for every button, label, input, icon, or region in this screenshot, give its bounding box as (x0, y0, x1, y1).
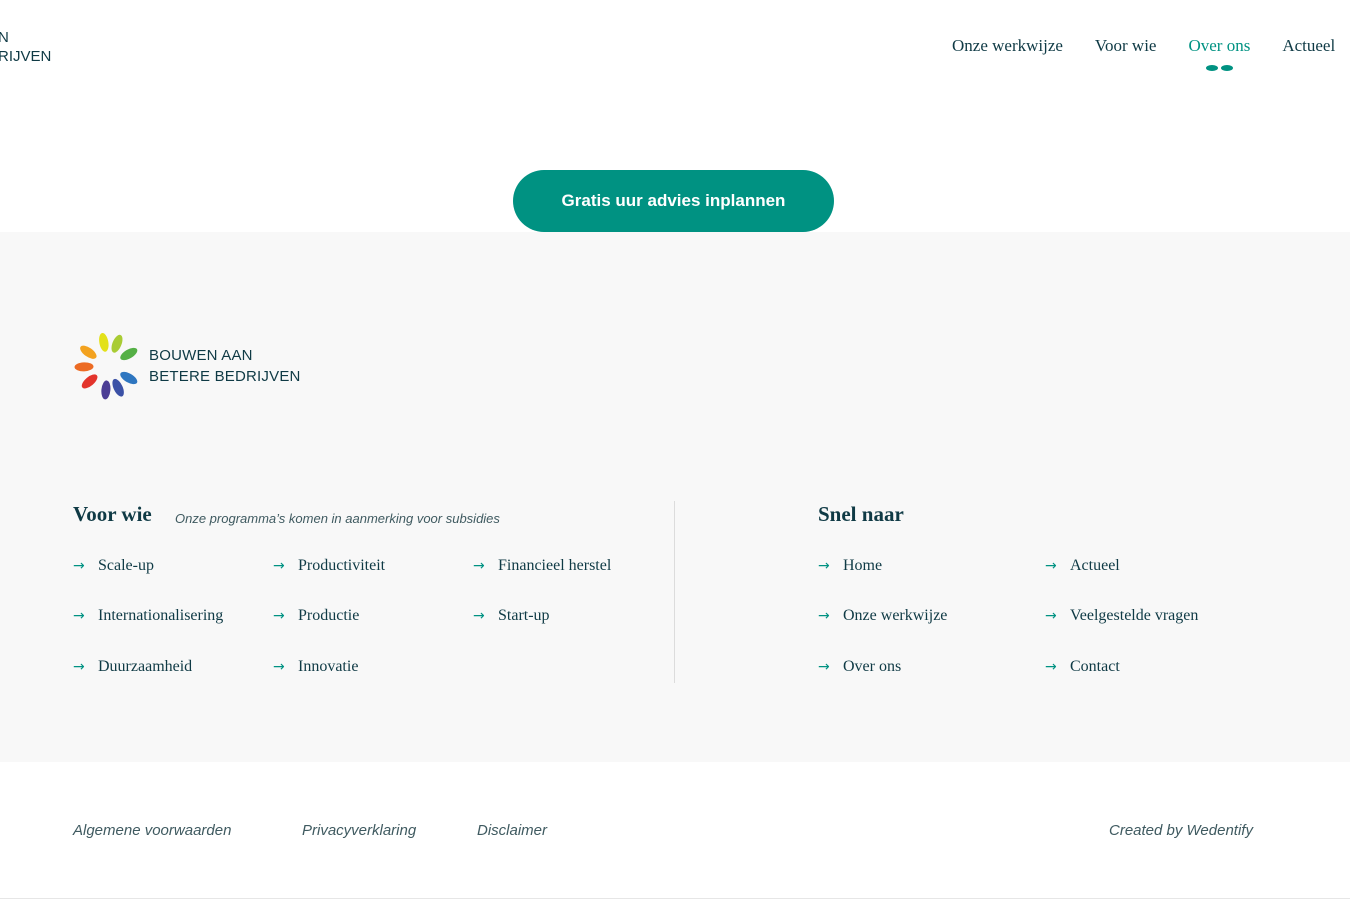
arrow-right-icon: → (473, 608, 485, 624)
link-label: Internationalisering (98, 607, 224, 624)
link-actueel[interactable]: → Actueel (1045, 557, 1120, 575)
link-financieel-herstel[interactable]: → Financieel herstel (473, 557, 611, 575)
link-duurzaamheid[interactable]: → Duurzaamheid (73, 658, 192, 676)
column-divider (674, 501, 675, 683)
header-logo-line1: N (0, 29, 9, 46)
link-veelgestelde-vragen[interactable]: → Veelgestelde vragen (1045, 607, 1198, 625)
link-home[interactable]: → Home (818, 557, 882, 575)
voor-wie-title: Voor wie (73, 502, 152, 526)
arrow-right-icon: → (818, 659, 830, 675)
arrow-right-icon: → (73, 659, 85, 675)
arrow-right-icon: → (473, 558, 485, 574)
footer-main: BOUWEN AAN BETERE BEDRIJVEN Voor wie Onz… (0, 232, 1350, 762)
link-label: Financieel herstel (498, 557, 612, 574)
arrow-right-icon: → (1045, 558, 1057, 574)
link-productie[interactable]: → Productie (273, 607, 359, 625)
link-label: Onze werkwijze (843, 607, 948, 624)
link-scale-up[interactable]: → Scale-up (73, 557, 154, 575)
nav-item-over-ons-label: Over ons (1188, 36, 1251, 55)
active-indicator (1188, 65, 1250, 71)
arrow-right-icon: → (818, 608, 830, 624)
link-label: Contact (1070, 658, 1120, 675)
link-label: Scale-up (98, 557, 154, 574)
link-label: Duurzaamheid (98, 658, 193, 675)
link-label: Over ons (843, 658, 902, 675)
link-over-ons[interactable]: → Over ons (818, 658, 901, 676)
link-label: Home (843, 557, 883, 574)
footer-logo[interactable]: BOUWEN AAN BETERE BEDRIJVEN (72, 330, 312, 405)
link-label: Innovatie (298, 658, 359, 675)
nav-item-voor-wie[interactable]: Voor wie (1095, 36, 1157, 56)
link-label: Productie (298, 607, 360, 624)
credit-wedentify[interactable]: Created by Wedentify (1109, 822, 1253, 839)
link-algemene-voorwaarden[interactable]: Algemene voorwaarden (73, 822, 231, 839)
arrow-right-icon: → (273, 558, 285, 574)
arrow-right-icon: → (73, 558, 85, 574)
arrow-right-icon: → (818, 558, 830, 574)
voor-wie-subtitle: Onze programma’s komen in aanmerking voo… (175, 511, 500, 526)
arrow-right-icon: → (73, 608, 85, 624)
site-header: N RIJVEN Onze werkwijze Voor wie Over on… (0, 0, 1350, 100)
footer-logo-line2: BETERE BEDRIJVEN (149, 368, 301, 385)
link-contact[interactable]: → Contact (1045, 658, 1120, 676)
link-label: Productiviteit (298, 557, 386, 574)
nav-item-actueel[interactable]: Actueel (1282, 36, 1335, 56)
link-productiviteit[interactable]: → Productiviteit (273, 557, 385, 575)
link-label: Start-up (498, 607, 550, 624)
flower-logo-icon (74, 332, 138, 400)
link-start-up[interactable]: → Start-up (473, 607, 550, 625)
link-internationalisering[interactable]: → Internationalisering (73, 607, 223, 625)
footer-bottom: Algemene voorwaarden Privacyverklaring D… (0, 762, 1350, 900)
arrow-right-icon: → (273, 659, 285, 675)
arrow-right-icon: → (1045, 659, 1057, 675)
link-onze-werkwijze[interactable]: → Onze werkwijze (818, 607, 947, 625)
header-logo-line2: RIJVEN (0, 48, 52, 65)
arrow-right-icon: → (273, 608, 285, 624)
link-innovatie[interactable]: → Innovatie (273, 658, 358, 676)
nav-item-over-ons[interactable]: Over ons (1188, 36, 1251, 71)
bottom-divider (0, 898, 1350, 899)
header-logo[interactable]: N RIJVEN (0, 28, 51, 66)
footer-logo-text: BOUWEN AAN BETERE BEDRIJVEN (149, 345, 301, 387)
nav-item-onze-werkwijze[interactable]: Onze werkwijze (952, 36, 1063, 56)
main-nav: Onze werkwijze Voor wie Over ons Actueel (952, 36, 1350, 71)
footer-logo-line1: BOUWEN AAN (149, 347, 253, 364)
schedule-advice-button[interactable]: Gratis uur advies inplannen (513, 170, 834, 232)
link-disclaimer[interactable]: Disclaimer (477, 822, 547, 839)
link-label: Veelgestelde vragen (1070, 607, 1199, 624)
snel-naar-title: Snel naar (818, 502, 904, 526)
link-privacyverklaring[interactable]: Privacyverklaring (302, 822, 416, 839)
arrow-right-icon: → (1045, 608, 1057, 624)
link-label: Actueel (1070, 557, 1120, 574)
